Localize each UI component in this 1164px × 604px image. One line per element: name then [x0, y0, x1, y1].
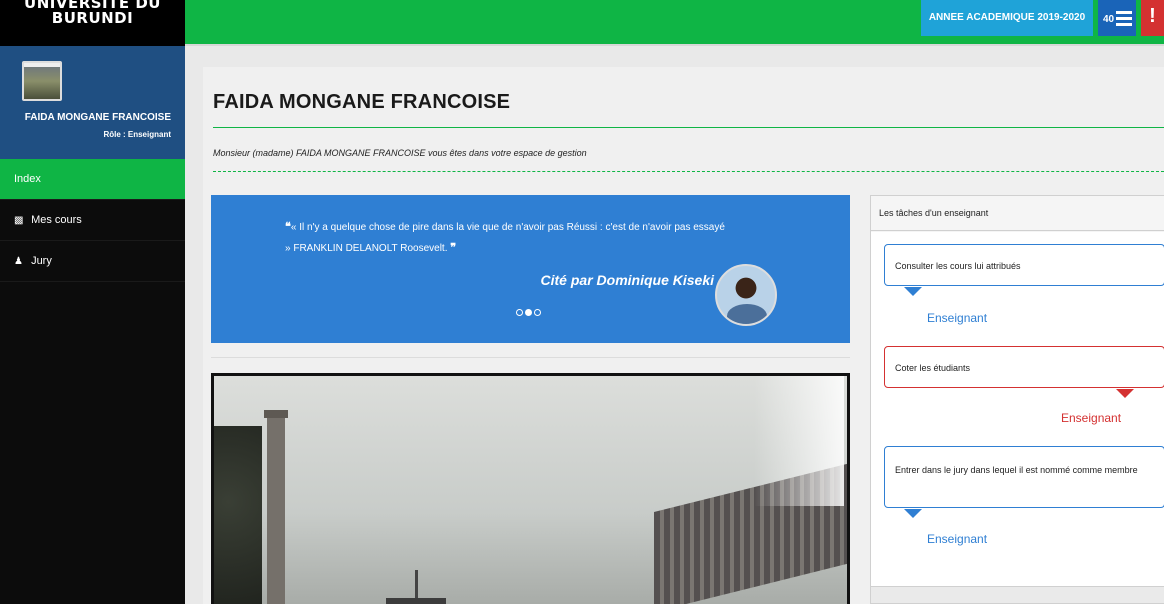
quote-carousel: ❝« Il n'y a quelque chose de pire dans l… [211, 195, 850, 343]
alert-button[interactable]: ! [1141, 0, 1164, 36]
welcome-message: Monsieur (madame) FAIDA MONGANE FRANCOIS… [213, 148, 587, 158]
user-role: Rôle : Enseignant [103, 130, 171, 139]
book-icon: ▩ [14, 215, 24, 226]
user-profile: FAIDA MONGANE FRANCOISE Rôle : Enseignan… [0, 46, 185, 159]
menu-toggle-button[interactable]: 40 [1098, 0, 1136, 36]
sidebar-item-label: Index [14, 173, 41, 185]
title-divider [213, 127, 1164, 128]
tasks-footer [871, 586, 1164, 603]
hamburger-icon [1116, 11, 1132, 29]
sidebar-item-mes-cours[interactable]: ▩ Mes cours [0, 200, 185, 241]
sidebar-item-label: Jury [31, 255, 52, 267]
task-item: Consulter les cours lui attribués [884, 244, 1164, 286]
task-item: Entrer dans le jury dans lequel il est n… [884, 446, 1164, 508]
author-photo [715, 264, 777, 326]
page-title: FAIDA MONGANE FRANCOISE [213, 91, 511, 113]
quote-close-icon: ❞ [450, 242, 457, 254]
sidebar-item-index[interactable]: Index [0, 159, 185, 200]
sidebar-item-label: Mes cours [31, 214, 82, 226]
alert-icon: ! [1149, 5, 1156, 27]
sidebar: UNIVERSITE DU BURUNDI FAIDA MONGANE FRAN… [0, 0, 185, 604]
section-divider [211, 357, 850, 358]
campus-photo [211, 373, 850, 604]
user-name: FAIDA MONGANE FRANCOISE [24, 112, 171, 123]
sidebar-item-jury[interactable]: ♟ Jury [0, 241, 185, 282]
carousel-dot-3[interactable] [534, 309, 541, 316]
campus-photo-image [214, 376, 847, 604]
pointer-arrow [904, 287, 922, 296]
photo-tree [214, 426, 262, 604]
carousel-dot-2[interactable] [525, 309, 532, 316]
dotted-divider [213, 171, 1164, 172]
tasks-list: Consulter les cours lui attribués Enseig… [871, 232, 1164, 586]
task-item: Coter les étudiants [884, 346, 1164, 388]
task-role: Enseignant [927, 311, 988, 325]
avatar [22, 61, 62, 101]
user-icon: ♟ [14, 256, 23, 267]
photo-glare [754, 376, 844, 506]
photo-roof [386, 598, 446, 604]
pointer-arrow [1116, 389, 1134, 398]
photo-tower [267, 412, 285, 604]
quote-line2: » FRANKLIN DELANOLT Roosevelt. [285, 243, 448, 254]
task-role: Enseignant [1061, 411, 1122, 425]
top-bar: ANNEE ACADEMIQUE 2019-2020 40 ! [185, 0, 1164, 46]
tasks-heading: Les tâches d'un enseignant [871, 196, 1164, 231]
academic-year-badge[interactable]: ANNEE ACADEMIQUE 2019-2020 [921, 0, 1093, 36]
quote-line1: « Il n'y a quelque chose de pire dans la… [290, 222, 725, 233]
brand-line2: BURUNDI [51, 9, 134, 27]
brand-logo[interactable]: UNIVERSITE DU BURUNDI [0, 0, 185, 46]
carousel-dot-1[interactable] [516, 309, 523, 316]
photo-tower-top [264, 410, 288, 418]
quote-author: Cité par Dominique Kiseki [540, 272, 714, 288]
tasks-panel: Les tâches d'un enseignant Consulter les… [870, 195, 1164, 604]
carousel-indicators [516, 305, 543, 319]
task-role: Enseignant [927, 532, 988, 546]
photo-pole [415, 570, 418, 600]
quote-text: ❝« Il n'y a quelque chose de pire dans l… [285, 217, 795, 259]
pointer-arrow [904, 509, 922, 518]
notification-count: 40 [1103, 14, 1115, 25]
